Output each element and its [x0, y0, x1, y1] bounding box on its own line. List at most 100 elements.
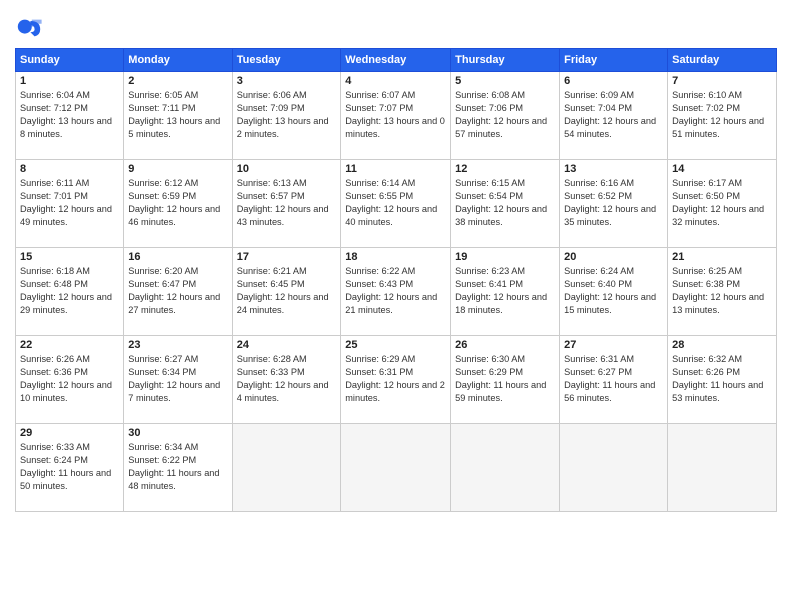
day-number: 7: [672, 75, 772, 87]
day-number: 14: [672, 163, 772, 175]
calendar-cell: 17 Sunrise: 6:21 AMSunset: 6:45 PMDaylig…: [232, 248, 341, 336]
day-number: 11: [345, 163, 446, 175]
calendar-cell: 23 Sunrise: 6:27 AMSunset: 6:34 PMDaylig…: [124, 336, 232, 424]
calendar-cell: 4 Sunrise: 6:07 AMSunset: 7:07 PMDayligh…: [341, 72, 451, 160]
day-detail: Sunrise: 6:20 AMSunset: 6:47 PMDaylight:…: [128, 266, 220, 315]
day-number: 2: [128, 75, 227, 87]
weekday-monday: Monday: [124, 49, 232, 72]
logo: [15, 14, 47, 42]
day-detail: Sunrise: 6:31 AMSunset: 6:27 PMDaylight:…: [564, 354, 655, 403]
day-detail: Sunrise: 6:27 AMSunset: 6:34 PMDaylight:…: [128, 354, 220, 403]
calendar-cell: 27 Sunrise: 6:31 AMSunset: 6:27 PMDaylig…: [560, 336, 668, 424]
day-number: 19: [455, 251, 555, 263]
day-detail: Sunrise: 6:18 AMSunset: 6:48 PMDaylight:…: [20, 266, 112, 315]
day-detail: Sunrise: 6:24 AMSunset: 6:40 PMDaylight:…: [564, 266, 656, 315]
weekday-header-row: SundayMondayTuesdayWednesdayThursdayFrid…: [16, 49, 777, 72]
header: [15, 10, 777, 42]
day-detail: Sunrise: 6:06 AMSunset: 7:09 PMDaylight:…: [237, 90, 329, 139]
calendar-cell: 3 Sunrise: 6:06 AMSunset: 7:09 PMDayligh…: [232, 72, 341, 160]
day-number: 26: [455, 339, 555, 351]
calendar-cell: 12 Sunrise: 6:15 AMSunset: 6:54 PMDaylig…: [451, 160, 560, 248]
calendar-cell: 22 Sunrise: 6:26 AMSunset: 6:36 PMDaylig…: [16, 336, 124, 424]
calendar-cell: 26 Sunrise: 6:30 AMSunset: 6:29 PMDaylig…: [451, 336, 560, 424]
day-detail: Sunrise: 6:25 AMSunset: 6:38 PMDaylight:…: [672, 266, 764, 315]
calendar-cell: 13 Sunrise: 6:16 AMSunset: 6:52 PMDaylig…: [560, 160, 668, 248]
day-number: 18: [345, 251, 446, 263]
calendar-cell: 10 Sunrise: 6:13 AMSunset: 6:57 PMDaylig…: [232, 160, 341, 248]
calendar-cell: 6 Sunrise: 6:09 AMSunset: 7:04 PMDayligh…: [560, 72, 668, 160]
day-detail: Sunrise: 6:14 AMSunset: 6:55 PMDaylight:…: [345, 178, 437, 227]
calendar-cell: [560, 424, 668, 512]
day-detail: Sunrise: 6:16 AMSunset: 6:52 PMDaylight:…: [564, 178, 656, 227]
day-detail: Sunrise: 6:12 AMSunset: 6:59 PMDaylight:…: [128, 178, 220, 227]
day-detail: Sunrise: 6:22 AMSunset: 6:43 PMDaylight:…: [345, 266, 437, 315]
weekday-tuesday: Tuesday: [232, 49, 341, 72]
calendar-week-5: 29 Sunrise: 6:33 AMSunset: 6:24 PMDaylig…: [16, 424, 777, 512]
day-detail: Sunrise: 6:10 AMSunset: 7:02 PMDaylight:…: [672, 90, 764, 139]
calendar-cell: 15 Sunrise: 6:18 AMSunset: 6:48 PMDaylig…: [16, 248, 124, 336]
calendar-week-3: 15 Sunrise: 6:18 AMSunset: 6:48 PMDaylig…: [16, 248, 777, 336]
day-detail: Sunrise: 6:23 AMSunset: 6:41 PMDaylight:…: [455, 266, 547, 315]
calendar-week-2: 8 Sunrise: 6:11 AMSunset: 7:01 PMDayligh…: [16, 160, 777, 248]
calendar-header: SundayMondayTuesdayWednesdayThursdayFrid…: [16, 49, 777, 72]
calendar-cell: 2 Sunrise: 6:05 AMSunset: 7:11 PMDayligh…: [124, 72, 232, 160]
day-number: 16: [128, 251, 227, 263]
calendar-cell: 20 Sunrise: 6:24 AMSunset: 6:40 PMDaylig…: [560, 248, 668, 336]
calendar-cell: [341, 424, 451, 512]
day-number: 1: [20, 75, 119, 87]
day-detail: Sunrise: 6:07 AMSunset: 7:07 PMDaylight:…: [345, 90, 445, 139]
logo-icon: [15, 14, 43, 42]
day-detail: Sunrise: 6:05 AMSunset: 7:11 PMDaylight:…: [128, 90, 220, 139]
day-detail: Sunrise: 6:29 AMSunset: 6:31 PMDaylight:…: [345, 354, 445, 403]
day-number: 3: [237, 75, 337, 87]
calendar-cell: [451, 424, 560, 512]
calendar-cell: 18 Sunrise: 6:22 AMSunset: 6:43 PMDaylig…: [341, 248, 451, 336]
calendar-body: 1 Sunrise: 6:04 AMSunset: 7:12 PMDayligh…: [16, 72, 777, 512]
calendar-cell: 30 Sunrise: 6:34 AMSunset: 6:22 PMDaylig…: [124, 424, 232, 512]
page-container: SundayMondayTuesdayWednesdayThursdayFrid…: [0, 0, 792, 522]
calendar-table: SundayMondayTuesdayWednesdayThursdayFrid…: [15, 48, 777, 512]
day-detail: Sunrise: 6:28 AMSunset: 6:33 PMDaylight:…: [237, 354, 329, 403]
calendar-cell: [668, 424, 777, 512]
calendar-week-4: 22 Sunrise: 6:26 AMSunset: 6:36 PMDaylig…: [16, 336, 777, 424]
day-number: 23: [128, 339, 227, 351]
day-number: 4: [345, 75, 446, 87]
calendar-cell: 8 Sunrise: 6:11 AMSunset: 7:01 PMDayligh…: [16, 160, 124, 248]
day-detail: Sunrise: 6:09 AMSunset: 7:04 PMDaylight:…: [564, 90, 656, 139]
calendar-week-1: 1 Sunrise: 6:04 AMSunset: 7:12 PMDayligh…: [16, 72, 777, 160]
day-detail: Sunrise: 6:30 AMSunset: 6:29 PMDaylight:…: [455, 354, 546, 403]
day-number: 6: [564, 75, 663, 87]
weekday-wednesday: Wednesday: [341, 49, 451, 72]
day-number: 22: [20, 339, 119, 351]
day-number: 25: [345, 339, 446, 351]
calendar-cell: 21 Sunrise: 6:25 AMSunset: 6:38 PMDaylig…: [668, 248, 777, 336]
calendar-cell: 5 Sunrise: 6:08 AMSunset: 7:06 PMDayligh…: [451, 72, 560, 160]
day-detail: Sunrise: 6:08 AMSunset: 7:06 PMDaylight:…: [455, 90, 547, 139]
day-detail: Sunrise: 6:32 AMSunset: 6:26 PMDaylight:…: [672, 354, 763, 403]
calendar-cell: 11 Sunrise: 6:14 AMSunset: 6:55 PMDaylig…: [341, 160, 451, 248]
weekday-sunday: Sunday: [16, 49, 124, 72]
day-number: 24: [237, 339, 337, 351]
day-number: 9: [128, 163, 227, 175]
day-detail: Sunrise: 6:33 AMSunset: 6:24 PMDaylight:…: [20, 442, 111, 491]
day-detail: Sunrise: 6:26 AMSunset: 6:36 PMDaylight:…: [20, 354, 112, 403]
day-number: 13: [564, 163, 663, 175]
day-detail: Sunrise: 6:17 AMSunset: 6:50 PMDaylight:…: [672, 178, 764, 227]
day-number: 29: [20, 427, 119, 439]
calendar-cell: [232, 424, 341, 512]
day-number: 21: [672, 251, 772, 263]
calendar-cell: 29 Sunrise: 6:33 AMSunset: 6:24 PMDaylig…: [16, 424, 124, 512]
calendar-cell: 25 Sunrise: 6:29 AMSunset: 6:31 PMDaylig…: [341, 336, 451, 424]
calendar-cell: 28 Sunrise: 6:32 AMSunset: 6:26 PMDaylig…: [668, 336, 777, 424]
day-number: 28: [672, 339, 772, 351]
day-number: 17: [237, 251, 337, 263]
day-detail: Sunrise: 6:13 AMSunset: 6:57 PMDaylight:…: [237, 178, 329, 227]
day-detail: Sunrise: 6:15 AMSunset: 6:54 PMDaylight:…: [455, 178, 547, 227]
day-number: 30: [128, 427, 227, 439]
calendar-cell: 24 Sunrise: 6:28 AMSunset: 6:33 PMDaylig…: [232, 336, 341, 424]
day-number: 27: [564, 339, 663, 351]
calendar-cell: 19 Sunrise: 6:23 AMSunset: 6:41 PMDaylig…: [451, 248, 560, 336]
day-number: 8: [20, 163, 119, 175]
day-number: 20: [564, 251, 663, 263]
day-detail: Sunrise: 6:11 AMSunset: 7:01 PMDaylight:…: [20, 178, 112, 227]
